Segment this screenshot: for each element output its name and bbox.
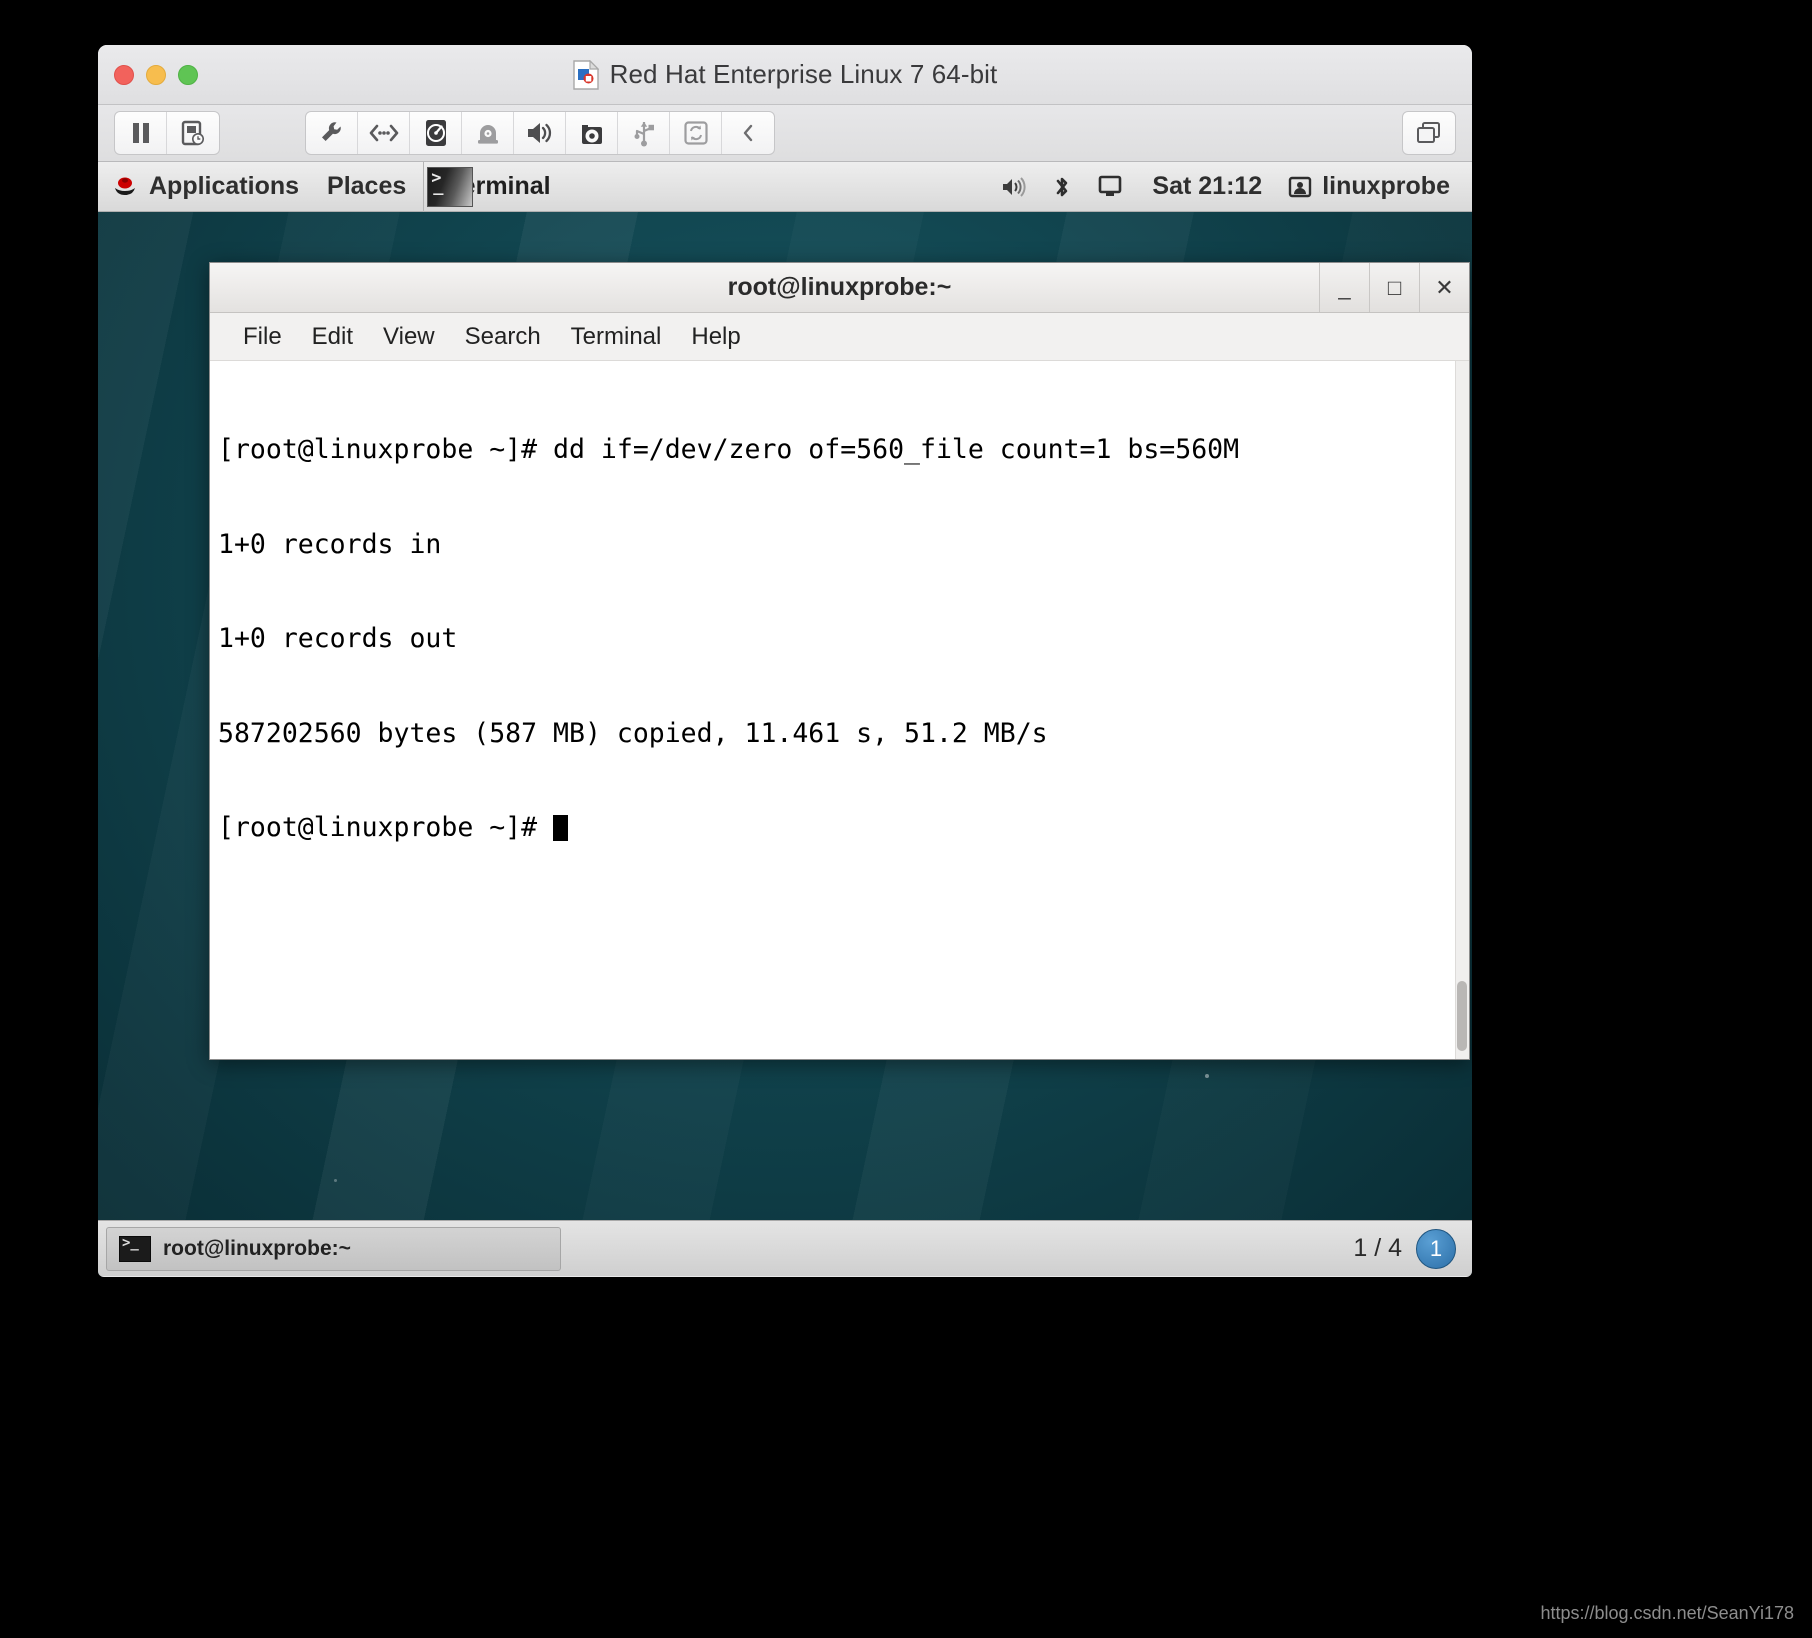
collapse-toolbar-button[interactable] xyxy=(722,112,774,154)
snapshot-clock-icon xyxy=(181,120,204,146)
vm-title: Red Hat Enterprise Linux 7 64-bit xyxy=(609,59,998,89)
applications-menu[interactable]: Applications xyxy=(98,162,313,212)
chevron-left-icon xyxy=(743,124,753,142)
terminal-line: 1+0 records in xyxy=(218,528,442,560)
taskbar-window-label: root@linuxprobe:~ xyxy=(163,1236,351,1260)
terminal-prompt-line: [root@linuxprobe ~]# xyxy=(218,812,1469,844)
places-menu[interactable]: Places xyxy=(313,162,420,212)
menu-file[interactable]: File xyxy=(228,317,297,357)
pause-icon xyxy=(132,123,149,143)
harddisk-button[interactable] xyxy=(410,112,462,154)
panel-separator xyxy=(423,162,425,212)
vm-toolbar-device-group xyxy=(305,111,775,155)
user-account-icon xyxy=(1288,175,1312,199)
wrench-icon xyxy=(321,122,341,141)
terminal-title: root@linuxprobe:~ xyxy=(727,273,952,301)
vm-titlebar: Red Hat Enterprise Linux 7 64-bit xyxy=(98,45,1472,105)
gnome-bottom-taskbar: root@linuxprobe:~ 1 / 4 1 xyxy=(98,1220,1472,1276)
redhat-logo-icon xyxy=(112,174,138,200)
taskbar-right-group: 1 / 4 1 xyxy=(1353,1228,1464,1269)
terminal-icon xyxy=(119,1235,151,1262)
display-icon[interactable] xyxy=(1084,175,1136,199)
network-icon xyxy=(369,124,398,142)
menu-terminal[interactable]: Terminal xyxy=(556,317,677,357)
settings-button[interactable] xyxy=(306,112,358,154)
user-menu[interactable]: linuxprobe xyxy=(1278,172,1464,201)
bluetooth-icon[interactable] xyxy=(1040,174,1084,200)
vm-title-group: Red Hat Enterprise Linux 7 64-bit xyxy=(98,59,1472,90)
network-button[interactable] xyxy=(358,112,410,154)
applications-menu-label: Applications xyxy=(149,172,300,200)
sharing-button[interactable] xyxy=(670,112,722,154)
gnome-top-panel: Applications Places Terminal xyxy=(98,162,1472,212)
terminal-close-button[interactable]: ✕ xyxy=(1419,263,1469,312)
terminal-scrollbar-thumb[interactable] xyxy=(1457,981,1467,1051)
pause-button[interactable] xyxy=(115,112,167,154)
terminal-scrollbar[interactable] xyxy=(1455,361,1469,1059)
terminal-cursor xyxy=(553,815,569,841)
speaker-icon xyxy=(527,123,551,143)
desktop-wallpaper: root@linuxprobe:~ _ □ ✕ File Edit View S… xyxy=(98,212,1472,1220)
terminal-window: root@linuxprobe:~ _ □ ✕ File Edit View S… xyxy=(209,262,1470,1060)
gnome-panel-left: Applications Places Terminal xyxy=(98,162,567,212)
usb-icon xyxy=(634,122,654,147)
usb-button[interactable] xyxy=(618,112,670,154)
terminal-maximize-button[interactable]: □ xyxy=(1369,263,1419,312)
watermark: https://blog.csdn.net/SeanYi178 xyxy=(1540,1603,1794,1623)
terminal-minimize-button[interactable]: _ xyxy=(1319,263,1369,312)
vm-toolbar-left-group xyxy=(114,111,220,155)
taskbar-window-item[interactable]: root@linuxprobe:~ xyxy=(106,1226,561,1271)
menu-view[interactable]: View xyxy=(368,317,450,357)
vmware-fusion-window: Red Hat Enterprise Linux 7 64-bit Applic… xyxy=(98,45,1472,1277)
sync-sharing-icon xyxy=(683,121,708,145)
terminal-line: [root@linuxprobe ~]# dd if=/dev/zero of=… xyxy=(218,434,1240,465)
terminal-output: [root@linuxprobe ~]# dd if=/dev/zero of=… xyxy=(210,361,1469,907)
hard-disk-icon xyxy=(425,120,446,146)
menu-edit[interactable]: Edit xyxy=(297,317,368,357)
cd-dvd-icon xyxy=(477,125,498,144)
panel-window-terminal[interactable]: Terminal xyxy=(427,162,566,212)
user-name-label: linuxprobe xyxy=(1322,172,1450,200)
places-menu-label: Places xyxy=(327,172,407,200)
snapshot-button[interactable] xyxy=(167,112,219,154)
terminal-line: 587202560 bytes (587 MB) copied, 11.461 … xyxy=(218,717,1048,749)
vm-toolbar xyxy=(98,105,1472,162)
panel-clock[interactable]: Sat 21:12 xyxy=(1136,172,1278,201)
terminal-menubar: File Edit View Search Terminal Help xyxy=(210,313,1469,361)
sound-button[interactable] xyxy=(514,112,566,154)
workspace-badge[interactable]: 1 xyxy=(1416,1228,1456,1269)
cddvd-button[interactable] xyxy=(462,112,514,154)
vm-toolbar-right-group xyxy=(1402,111,1456,155)
gnome-panel-right: Sat 21:12 linuxprobe xyxy=(988,172,1472,201)
workspace-indicator: 1 / 4 xyxy=(1353,1234,1402,1262)
wallpaper-speck xyxy=(1205,1074,1209,1078)
wallpaper-speck xyxy=(334,1179,337,1182)
terminal-line: 1+0 records out xyxy=(218,623,458,654)
volume-icon[interactable] xyxy=(988,176,1040,198)
vmware-document-icon xyxy=(572,59,599,90)
camera-button[interactable] xyxy=(566,112,618,154)
camera-icon xyxy=(581,125,602,144)
menu-help[interactable]: Help xyxy=(676,317,755,357)
fullscreen-windows-icon xyxy=(1417,122,1440,143)
terminal-prompt: [root@linuxprobe ~]# xyxy=(218,812,554,843)
guest-screen: Applications Places Terminal xyxy=(98,162,1472,1276)
terminal-body[interactable]: [root@linuxprobe ~]# dd if=/dev/zero of=… xyxy=(210,361,1469,1059)
terminal-window-controls: _ □ ✕ xyxy=(1319,263,1469,312)
terminal-icon xyxy=(427,166,474,207)
menu-search[interactable]: Search xyxy=(450,317,556,357)
terminal-titlebar[interactable]: root@linuxprobe:~ _ □ ✕ xyxy=(210,263,1469,313)
fullscreen-button[interactable] xyxy=(1403,112,1455,154)
